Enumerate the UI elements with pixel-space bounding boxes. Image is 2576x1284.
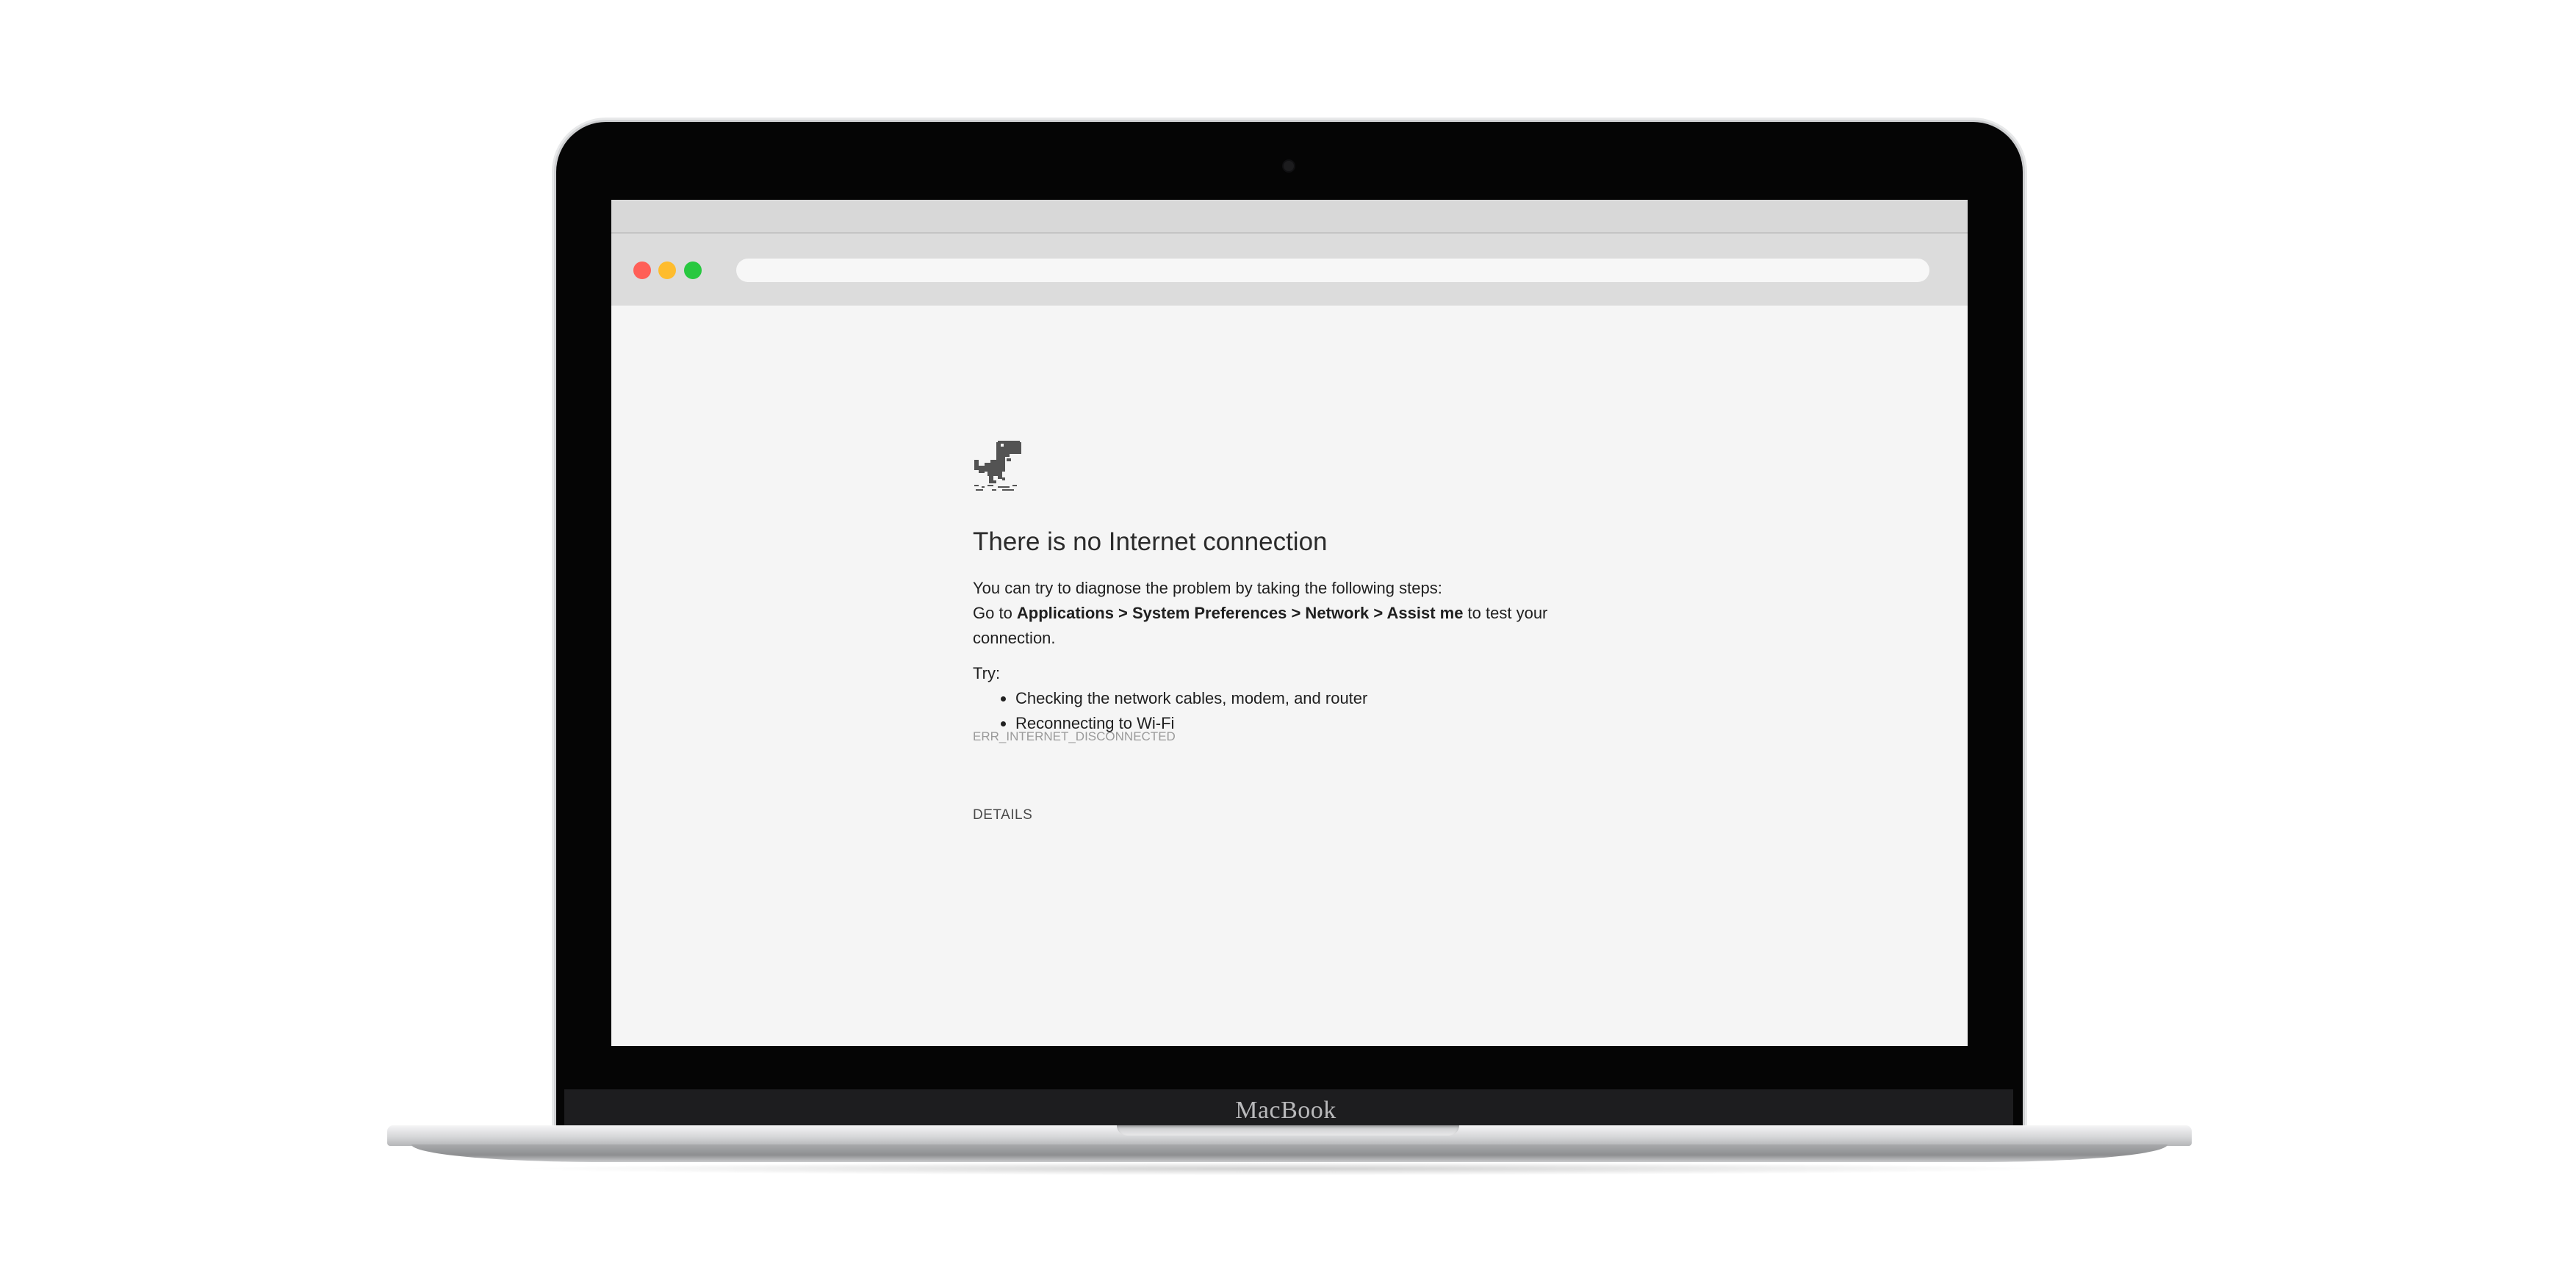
laptop-base-bottom [411, 1144, 2167, 1162]
browser-window: There is no Internet connection You can … [611, 200, 1968, 1046]
try-label: Try: [973, 664, 1001, 682]
tab-strip [611, 200, 1968, 234]
address-bar[interactable] [736, 259, 1929, 282]
steps-path: Applications > System Preferences > Netw… [1016, 604, 1464, 622]
camera-icon [1284, 161, 1294, 171]
list-item: Checking the network cables, modem, and … [1015, 686, 1367, 711]
laptop-opening-notch [1117, 1125, 1459, 1136]
details-button[interactable]: DETAILS [973, 807, 1032, 823]
error-heading: There is no Internet connection [973, 527, 1328, 556]
intro-text: You can try to diagnose the problem by t… [973, 579, 1442, 597]
laptop-shadow [514, 1162, 2057, 1175]
close-window-button[interactable] [633, 262, 651, 279]
browser-toolbar [611, 234, 1968, 306]
steps-prefix: Go to [973, 604, 1017, 622]
diagnose-instructions: You can try to diagnose the problem by t… [973, 576, 1561, 651]
error-code: ERR_INTERNET_DISCONNECTED [973, 729, 1176, 743]
zoom-window-button[interactable] [684, 262, 702, 279]
product-mockup: There is no Internet connection You can … [0, 0, 2576, 1284]
offline-dinosaur-icon [974, 441, 1021, 491]
minimize-window-button[interactable] [658, 262, 676, 279]
